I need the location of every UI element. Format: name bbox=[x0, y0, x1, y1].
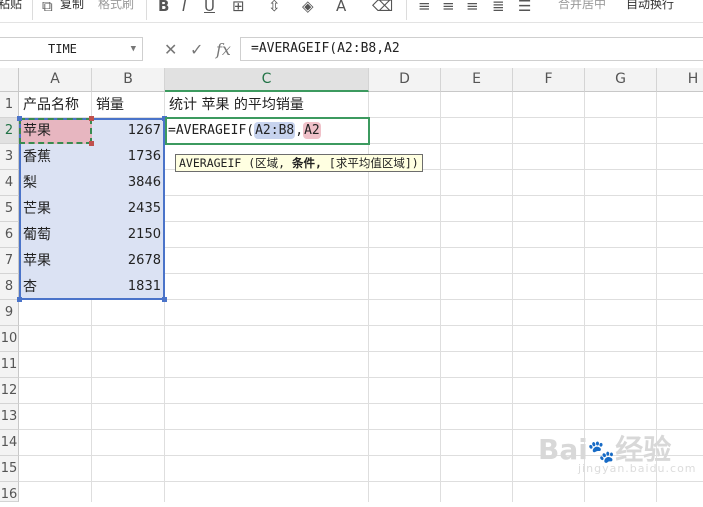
row-header[interactable]: 7 bbox=[0, 248, 19, 274]
range-resize-handle[interactable] bbox=[162, 297, 167, 302]
tooltip-arg-criteria: 条件, bbox=[285, 156, 322, 170]
column-header-a[interactable]: A bbox=[19, 68, 92, 92]
tooltip-arg-average-range: [求平均值区域]) bbox=[321, 156, 419, 170]
column-header-c[interactable]: C bbox=[165, 68, 369, 92]
row-header[interactable]: 6 bbox=[0, 222, 19, 248]
function-signature-tooltip: AVERAGEIF (区域, 条件, [求平均值区域]) bbox=[175, 154, 423, 172]
bold-icon[interactable]: B bbox=[158, 0, 169, 15]
cancel-icon[interactable]: ✕ bbox=[164, 40, 177, 59]
row-header[interactable]: 3 bbox=[0, 144, 19, 170]
column-header-e[interactable]: E bbox=[441, 68, 513, 92]
fill-color-icon[interactable]: ◈ bbox=[302, 0, 314, 15]
ribbon-divider bbox=[406, 0, 407, 20]
copy-icon[interactable]: ⧉ bbox=[42, 0, 53, 15]
formula-prefix: =AVERAGEIF( bbox=[168, 123, 255, 138]
grid-line bbox=[19, 325, 703, 326]
wrap-text-button[interactable]: 自动换行 bbox=[626, 0, 674, 12]
formula-input[interactable]: =AVERAGEIF(A2:B8,A2 bbox=[240, 37, 703, 61]
cell-a1[interactable]: 产品名称 bbox=[19, 92, 92, 118]
align-left-icon[interactable]: ≡ bbox=[418, 0, 431, 15]
tooltip-arg-range: 区域, bbox=[255, 156, 286, 170]
column-header-g[interactable]: G bbox=[585, 68, 657, 92]
row-header[interactable]: 14 bbox=[0, 430, 19, 456]
row-header[interactable]: 2 bbox=[0, 118, 19, 144]
criteria-reference-token[interactable]: A2 bbox=[303, 122, 321, 139]
grid-line bbox=[440, 92, 441, 502]
row-header[interactable]: 10 bbox=[0, 326, 19, 352]
font-style-icon[interactable]: ⇳ bbox=[268, 0, 281, 15]
merge-center-button[interactable]: 合并居中 bbox=[558, 0, 606, 12]
grid-line bbox=[19, 351, 703, 352]
toolbar-ribbon: 粘贴 ⧉ 复制 格式刷 B I U ⊞ ⇳ ◈ A ⌫ ≡ ≡ ≡ ≣ ☰ 合并… bbox=[0, 0, 703, 23]
italic-icon[interactable]: I bbox=[182, 0, 186, 15]
cell-c1[interactable]: 统计 苹果 的平均销量 bbox=[165, 92, 369, 118]
range-reference-token[interactable]: A2:B8 bbox=[254, 122, 296, 139]
tooltip-open-paren: ( bbox=[241, 156, 256, 170]
column-header-d[interactable]: D bbox=[369, 68, 441, 92]
row-header[interactable]: 15 bbox=[0, 456, 19, 482]
column-header-b[interactable]: B bbox=[92, 68, 165, 92]
grid-line bbox=[19, 377, 703, 378]
row-header[interactable]: 13 bbox=[0, 404, 19, 430]
formula-comma: , bbox=[295, 123, 304, 138]
insert-function-icon[interactable]: fx bbox=[216, 40, 231, 59]
column-header-f[interactable]: F bbox=[513, 68, 585, 92]
align-right-icon[interactable]: ≡ bbox=[466, 0, 479, 15]
row-header[interactable]: 4 bbox=[0, 170, 19, 196]
clear-icon[interactable]: ⌫ bbox=[372, 0, 393, 15]
formula-bar: TIME ▼ ✕ ✓ fx =AVERAGEIF(A2:B8,A2 bbox=[0, 36, 703, 64]
range-resize-handle[interactable] bbox=[17, 297, 22, 302]
grid-line bbox=[512, 92, 513, 502]
range-resize-handle[interactable] bbox=[17, 116, 22, 121]
name-box-value: TIME bbox=[48, 42, 77, 56]
row-header[interactable]: 11 bbox=[0, 352, 19, 378]
cell-b1[interactable]: 销量 bbox=[92, 92, 165, 118]
tooltip-function-name[interactable]: AVERAGEIF bbox=[179, 156, 241, 170]
grid-line bbox=[19, 403, 703, 404]
ribbon-divider bbox=[146, 0, 147, 20]
justify-icon[interactable]: ≣ bbox=[492, 0, 505, 15]
active-cell-editor[interactable]: =AVERAGEIF(A2:B8,A2 bbox=[165, 117, 370, 145]
format-painter-button[interactable]: 格式刷 bbox=[98, 0, 134, 12]
row-header[interactable]: 16 bbox=[0, 482, 19, 502]
criteria-resize-handle[interactable] bbox=[89, 116, 94, 121]
chevron-down-icon[interactable]: ▼ bbox=[131, 38, 136, 60]
row-header[interactable]: 9 bbox=[0, 300, 19, 326]
ribbon-divider bbox=[32, 0, 33, 20]
criteria-resize-handle[interactable] bbox=[89, 141, 94, 146]
name-box[interactable]: TIME ▼ bbox=[0, 37, 143, 61]
confirm-icon[interactable]: ✓ bbox=[190, 40, 203, 59]
copy-button[interactable]: 复制 bbox=[60, 0, 84, 12]
criteria-cell-marquee bbox=[19, 118, 92, 144]
baidu-watermark: Bai🐾经验 jingyan.baidu.com bbox=[538, 428, 696, 475]
row-header[interactable]: 1 bbox=[0, 92, 19, 118]
paste-button[interactable]: 粘贴 bbox=[0, 0, 22, 12]
watermark-url: jingyan.baidu.com bbox=[578, 462, 697, 475]
select-all-corner[interactable] bbox=[0, 68, 19, 92]
underline-icon[interactable]: U bbox=[204, 0, 215, 15]
column-header-h[interactable]: H bbox=[657, 68, 703, 92]
row-header[interactable]: 12 bbox=[0, 378, 19, 404]
distributed-icon[interactable]: ☰ bbox=[518, 0, 531, 15]
grid-line bbox=[19, 481, 703, 482]
align-center-icon[interactable]: ≡ bbox=[442, 0, 455, 15]
font-color-icon[interactable]: A bbox=[336, 0, 346, 15]
row-header[interactable]: 5 bbox=[0, 196, 19, 222]
border-icon[interactable]: ⊞ bbox=[232, 0, 245, 15]
